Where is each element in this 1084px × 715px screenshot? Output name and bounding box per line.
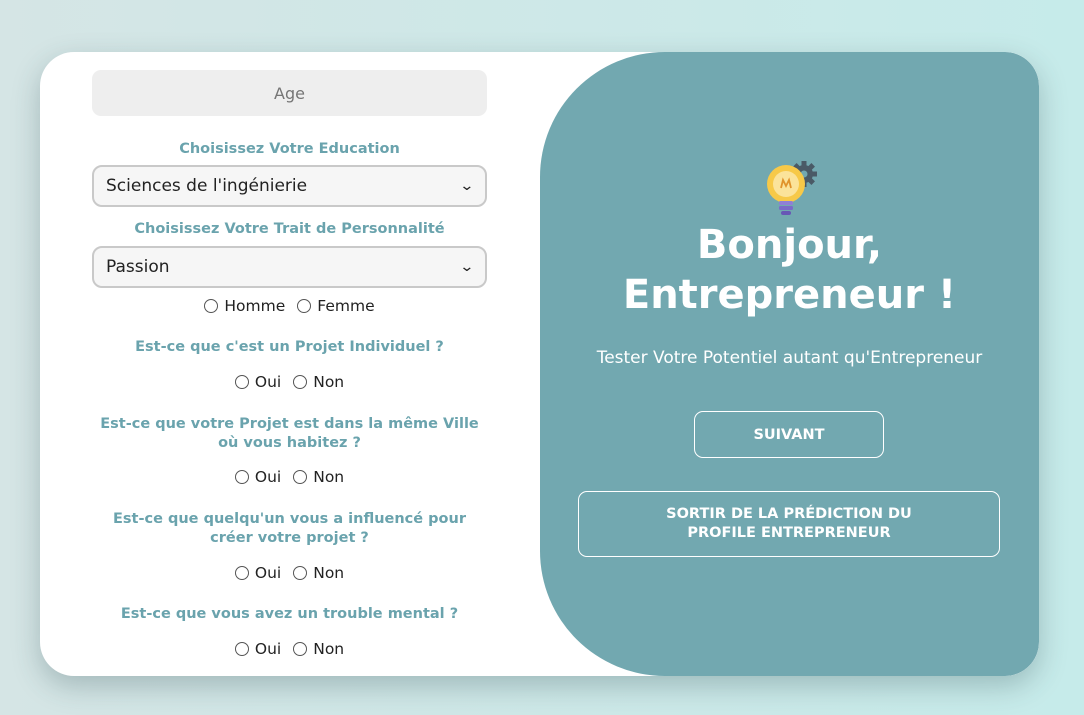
- radio-circle-icon[interactable]: [297, 299, 312, 313]
- exit-prediction-button[interactable]: SORTIR DE LA PRÉDICTION DU PROFILE ENTRE…: [578, 491, 1000, 557]
- radio-circle-icon[interactable]: [293, 470, 308, 484]
- question-radio-group: Oui Non: [92, 373, 487, 391]
- education-select-value: Sciences de l'ingénierie: [106, 176, 308, 196]
- answer-label: Oui: [254, 564, 282, 582]
- answer-label: Non: [313, 640, 345, 658]
- gender-radio-group: Homme Femme: [92, 297, 487, 315]
- education-label: Choisissez Votre Education: [179, 141, 400, 157]
- question-label: Est-ce que vous avez un trouble mental ?: [120, 606, 459, 622]
- answer-oui[interactable]: Oui: [234, 564, 282, 582]
- hero-title-line1: Bonjour,: [696, 222, 883, 268]
- answer-non[interactable]: Non: [293, 468, 344, 486]
- answer-non[interactable]: Non: [293, 373, 344, 391]
- gender-option-homme[interactable]: Homme: [204, 297, 285, 315]
- radio-circle-icon[interactable]: [234, 375, 249, 389]
- question-radio-group: Oui Non: [92, 564, 487, 582]
- radio-circle-icon[interactable]: [293, 642, 308, 656]
- main-card: Choisissez Votre Education Sciences de l…: [40, 52, 1039, 676]
- answer-label: Non: [313, 564, 345, 582]
- hero-panel: Bonjour, Entrepreneur ! Tester Votre Pot…: [540, 52, 1039, 676]
- answer-non[interactable]: Non: [293, 564, 344, 582]
- question-radio-group: Oui Non: [92, 640, 487, 658]
- radio-circle-icon[interactable]: [204, 299, 219, 313]
- age-input[interactable]: [92, 70, 487, 116]
- radio-circle-icon[interactable]: [234, 566, 249, 580]
- answer-label: Non: [313, 373, 345, 391]
- gender-option-femme[interactable]: Femme: [297, 297, 375, 315]
- trait-select-value: Passion: [106, 257, 170, 277]
- radio-circle-icon[interactable]: [293, 375, 308, 389]
- answer-label: Non: [313, 468, 345, 486]
- answer-label: Oui: [254, 640, 282, 658]
- trait-label: Choisissez Votre Trait de Personnalité: [134, 221, 445, 237]
- answer-oui[interactable]: Oui: [234, 468, 282, 486]
- answer-label: Oui: [254, 468, 282, 486]
- answer-oui[interactable]: Oui: [234, 373, 282, 391]
- hero-subtitle: Tester Votre Potentiel autant qu'Entrepr…: [596, 348, 983, 368]
- gender-option-label: Femme: [317, 297, 375, 315]
- answer-non[interactable]: Non: [293, 640, 344, 658]
- hero-title: Bonjour, Entrepreneur !: [540, 220, 1039, 320]
- education-select[interactable]: Sciences de l'ingénierie ⌄: [92, 165, 487, 207]
- chevron-down-icon: ⌄: [459, 259, 475, 275]
- answer-oui[interactable]: Oui: [234, 640, 282, 658]
- question-label: Est-ce que quelqu'un vous a influencé po…: [113, 511, 466, 546]
- radio-circle-icon[interactable]: [234, 470, 249, 484]
- question-label: Est-ce que votre Projet est dans la même…: [100, 416, 479, 451]
- radio-circle-icon[interactable]: [234, 642, 249, 656]
- gender-option-label: Homme: [224, 297, 286, 315]
- question-radio-group: Oui Non: [92, 468, 487, 486]
- answer-label: Oui: [254, 373, 282, 391]
- trait-select[interactable]: Passion ⌄: [92, 246, 487, 288]
- question-label: Est-ce que c'est un Projet Individuel ?: [135, 339, 444, 355]
- lightbulb-gear-icon: [767, 161, 817, 215]
- hero-title-line2: Entrepreneur !: [622, 272, 957, 318]
- chevron-down-icon: ⌄: [459, 178, 475, 194]
- next-button[interactable]: SUIVANT: [694, 411, 884, 458]
- radio-circle-icon[interactable]: [293, 566, 308, 580]
